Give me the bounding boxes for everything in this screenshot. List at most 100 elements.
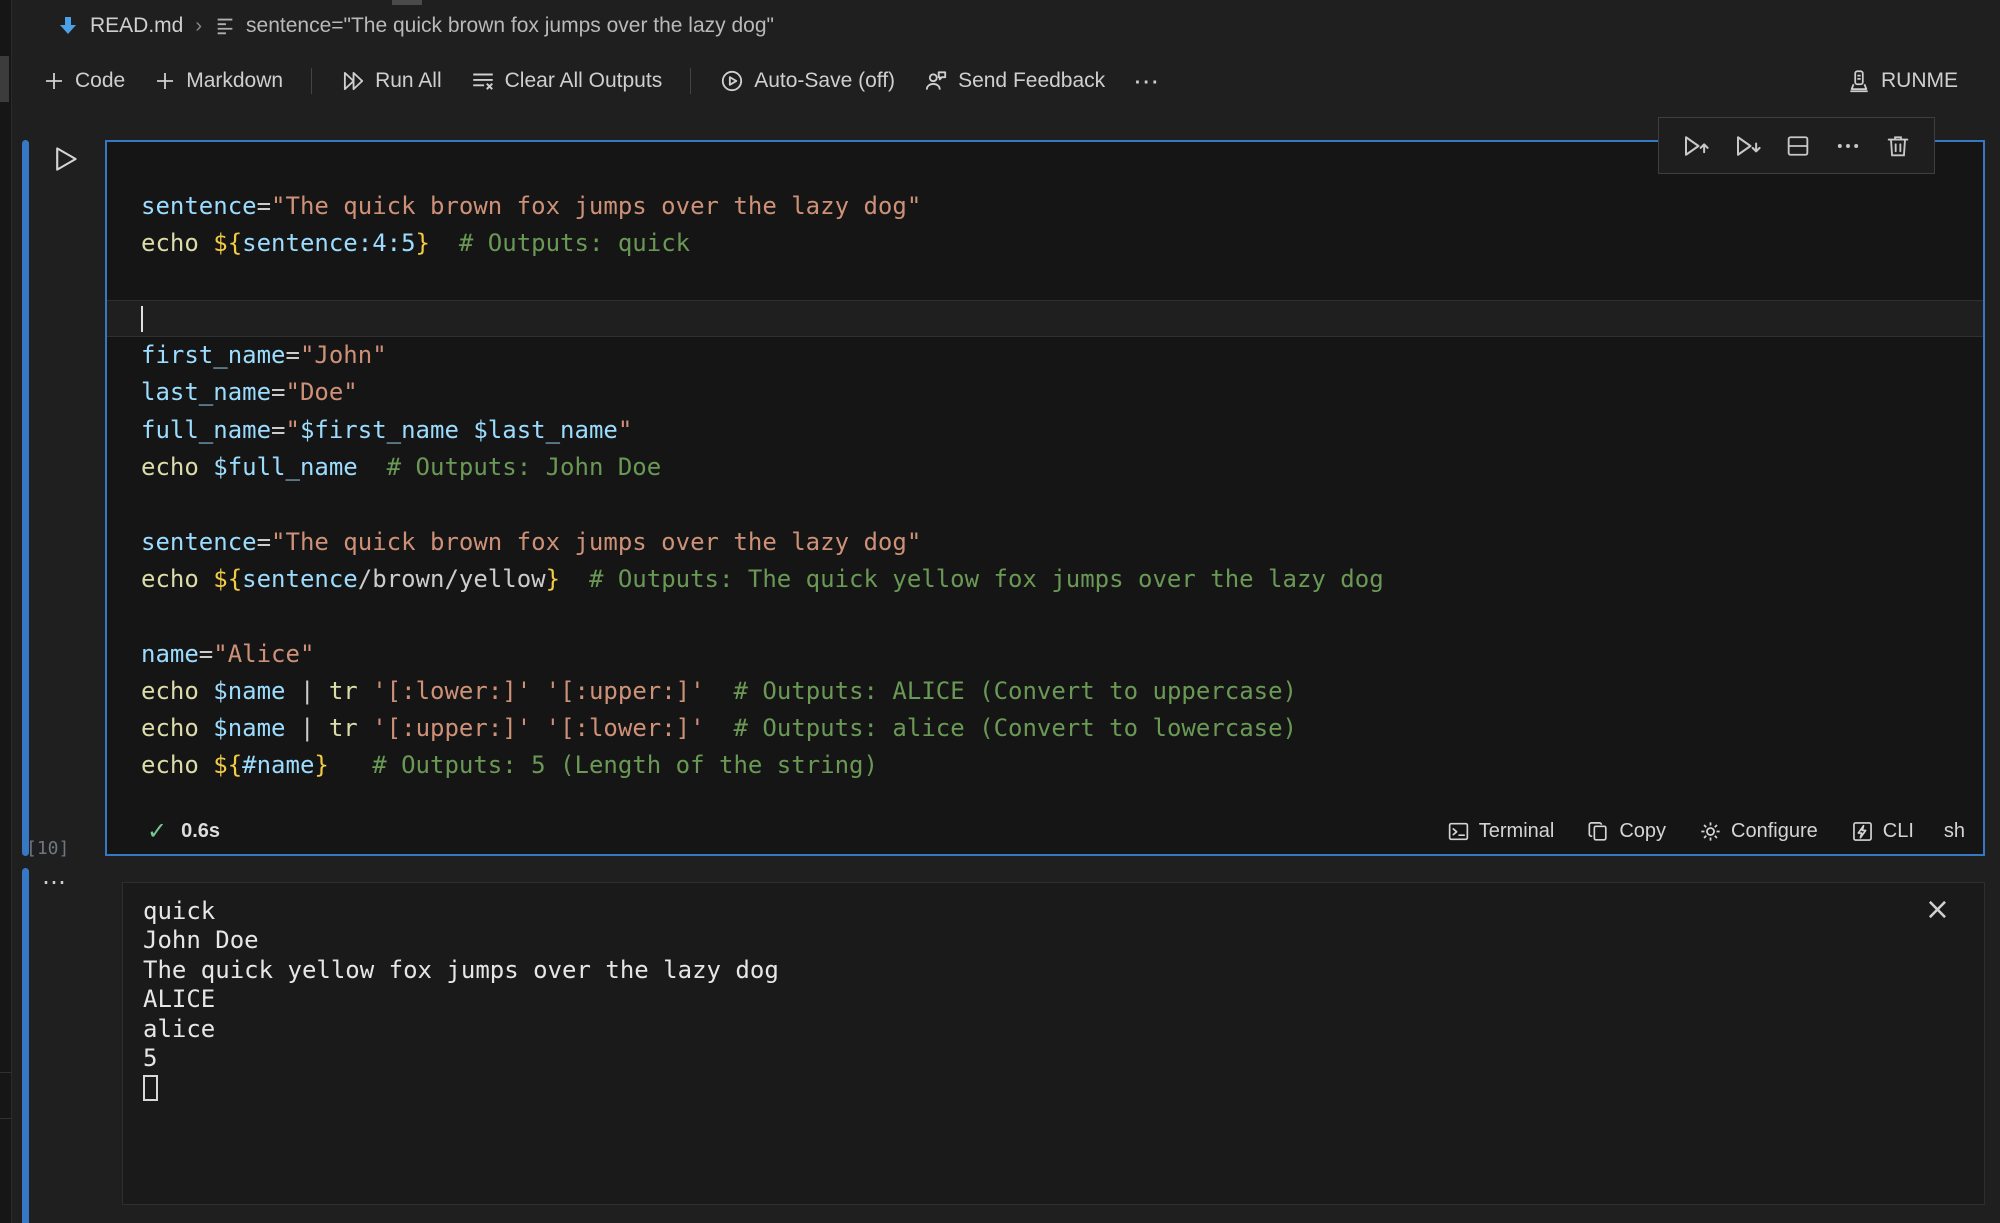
code-token: echo xyxy=(141,677,199,705)
code-token: $full_name xyxy=(213,453,358,481)
output-options-button[interactable]: ⋯ xyxy=(42,868,68,897)
code-token: $first_name xyxy=(300,416,459,444)
run-cell-button[interactable] xyxy=(48,142,82,176)
code-line[interactable] xyxy=(107,300,1983,337)
cell-status-bar: ✓ 0.6s Terminal Copy Configure CLI sh xyxy=(107,808,1983,854)
code-line[interactable] xyxy=(141,486,1983,523)
run-all-icon xyxy=(340,68,366,94)
code-token: #name xyxy=(242,751,314,779)
code-line[interactable]: first_name="John" xyxy=(141,337,1983,374)
code-token xyxy=(199,714,213,742)
code-token: ${ xyxy=(213,751,242,779)
code-token: sentence xyxy=(141,528,257,556)
breadcrumb-file[interactable]: READ.md xyxy=(90,14,183,38)
list-selection-icon xyxy=(214,15,236,37)
markdown-file-icon xyxy=(56,14,80,38)
execute-cell-and-below-button[interactable] xyxy=(1733,131,1763,161)
code-line[interactable]: sentence="The quick brown fox jumps over… xyxy=(141,188,1983,225)
add-code-cell-button[interactable]: Code xyxy=(42,69,125,93)
cli-lightning-icon xyxy=(1850,819,1875,844)
code-token: tr xyxy=(329,677,358,705)
text-cursor xyxy=(141,306,143,332)
copy-label: Copy xyxy=(1619,820,1666,843)
code-token: | xyxy=(286,677,329,705)
code-token xyxy=(531,714,545,742)
success-check-icon: ✓ xyxy=(147,817,167,846)
code-token: echo xyxy=(141,453,199,481)
more-dots-icon: ⋯ xyxy=(1133,66,1159,97)
code-token: = xyxy=(257,528,271,556)
code-token: # Outputs: ALICE (Convert to uppercase) xyxy=(705,677,1297,705)
copy-button[interactable]: Copy xyxy=(1586,819,1666,844)
code-line[interactable]: full_name="$first_name $last_name" xyxy=(141,412,1983,449)
code-token: "Doe" xyxy=(286,378,358,406)
execute-above-cells-button[interactable] xyxy=(1681,131,1711,161)
code-token xyxy=(199,453,213,481)
code-line[interactable]: echo ${sentence:4:5} # Outputs: quick xyxy=(141,225,1983,262)
add-markdown-label: Markdown xyxy=(186,69,283,93)
code-token: "John" xyxy=(300,341,387,369)
code-token: # Outputs: alice (Convert to lowercase) xyxy=(705,714,1297,742)
delete-cell-button[interactable] xyxy=(1884,132,1912,160)
split-cell-button[interactable] xyxy=(1784,132,1812,160)
code-token: echo xyxy=(141,565,199,593)
code-token: | xyxy=(286,714,329,742)
code-line[interactable]: echo $name | tr '[:upper:]' '[:lower:]' … xyxy=(141,710,1983,747)
toolbar-more-button[interactable]: ⋯ xyxy=(1133,66,1159,97)
code-token: = xyxy=(257,192,271,220)
code-token: name xyxy=(141,640,199,668)
code-token: last_name xyxy=(141,378,271,406)
code-token: '[:upper:]' xyxy=(372,714,531,742)
cli-button[interactable]: CLI xyxy=(1850,819,1914,844)
runme-logo-icon xyxy=(1846,68,1872,94)
notebook-toolbar: Code Markdown Run All Clear All Outputs … xyxy=(12,52,2000,110)
gear-icon xyxy=(1698,819,1723,844)
code-token: tr xyxy=(329,714,358,742)
add-code-label: Code xyxy=(75,69,125,93)
code-line[interactable]: echo ${sentence/brown/yellow} # Outputs:… xyxy=(141,561,1983,598)
code-line[interactable]: echo ${#name} # Outputs: 5 (Length of th… xyxy=(141,747,1983,784)
configure-button[interactable]: Configure xyxy=(1698,819,1818,844)
clear-all-outputs-button[interactable]: Clear All Outputs xyxy=(470,68,663,94)
code-token: full_name xyxy=(141,416,271,444)
code-token: '[:lower:]' xyxy=(372,677,531,705)
code-line[interactable]: name="Alice" xyxy=(141,636,1983,673)
code-token: } xyxy=(416,229,430,257)
code-token xyxy=(199,565,213,593)
code-line[interactable]: last_name="Doe" xyxy=(141,374,1983,411)
code-line[interactable]: sentence="The quick brown fox jumps over… xyxy=(141,524,1983,561)
runme-badge: RUNME xyxy=(1846,68,1958,94)
code-token xyxy=(199,677,213,705)
output-line: 5 xyxy=(143,1044,1984,1073)
code-token xyxy=(358,677,372,705)
terminal-button[interactable]: Terminal xyxy=(1446,819,1555,844)
output-lines: quickJohn DoeThe quick yellow fox jumps … xyxy=(123,883,1984,1073)
language-picker[interactable]: sh xyxy=(1944,820,1965,843)
code-token: "The quick brown fox jumps over the lazy… xyxy=(271,528,921,556)
left-strip-divider xyxy=(0,1072,12,1073)
run-all-button[interactable]: Run All xyxy=(340,68,442,94)
clear-all-outputs-icon xyxy=(470,68,496,94)
code-line[interactable]: echo $full_name # Outputs: John Doe xyxy=(141,449,1983,486)
code-token: # Outputs: 5 (Length of the string) xyxy=(329,751,878,779)
runme-label: RUNME xyxy=(1881,69,1958,93)
code-editor[interactable]: sentence="The quick brown fox jumps over… xyxy=(107,142,1983,785)
code-token: '[:upper:]' xyxy=(546,677,705,705)
code-token: sentence xyxy=(242,565,358,593)
code-token: ${ xyxy=(213,229,242,257)
code-line[interactable] xyxy=(141,598,1983,635)
cell-more-actions-button[interactable] xyxy=(1834,132,1862,160)
auto-save-toggle[interactable]: Auto-Save (off) xyxy=(719,68,895,94)
add-markdown-cell-button[interactable]: Markdown xyxy=(153,69,283,93)
send-feedback-button[interactable]: Send Feedback xyxy=(923,68,1105,94)
terminal-icon xyxy=(1446,819,1471,844)
breadcrumb-cell-label[interactable]: sentence="The quick brown fox jumps over… xyxy=(246,14,774,38)
code-line[interactable]: echo $name | tr '[:lower:]' '[:upper:]' … xyxy=(141,673,1983,710)
code-token: '[:lower:]' xyxy=(546,714,705,742)
left-strip-highlight xyxy=(0,56,9,102)
output-line: ALICE xyxy=(143,985,1984,1014)
close-output-button[interactable]: × xyxy=(1925,895,1950,925)
code-token: sentence:4:5 xyxy=(242,229,415,257)
code-token: " xyxy=(618,416,632,444)
code-line[interactable] xyxy=(141,263,1983,300)
